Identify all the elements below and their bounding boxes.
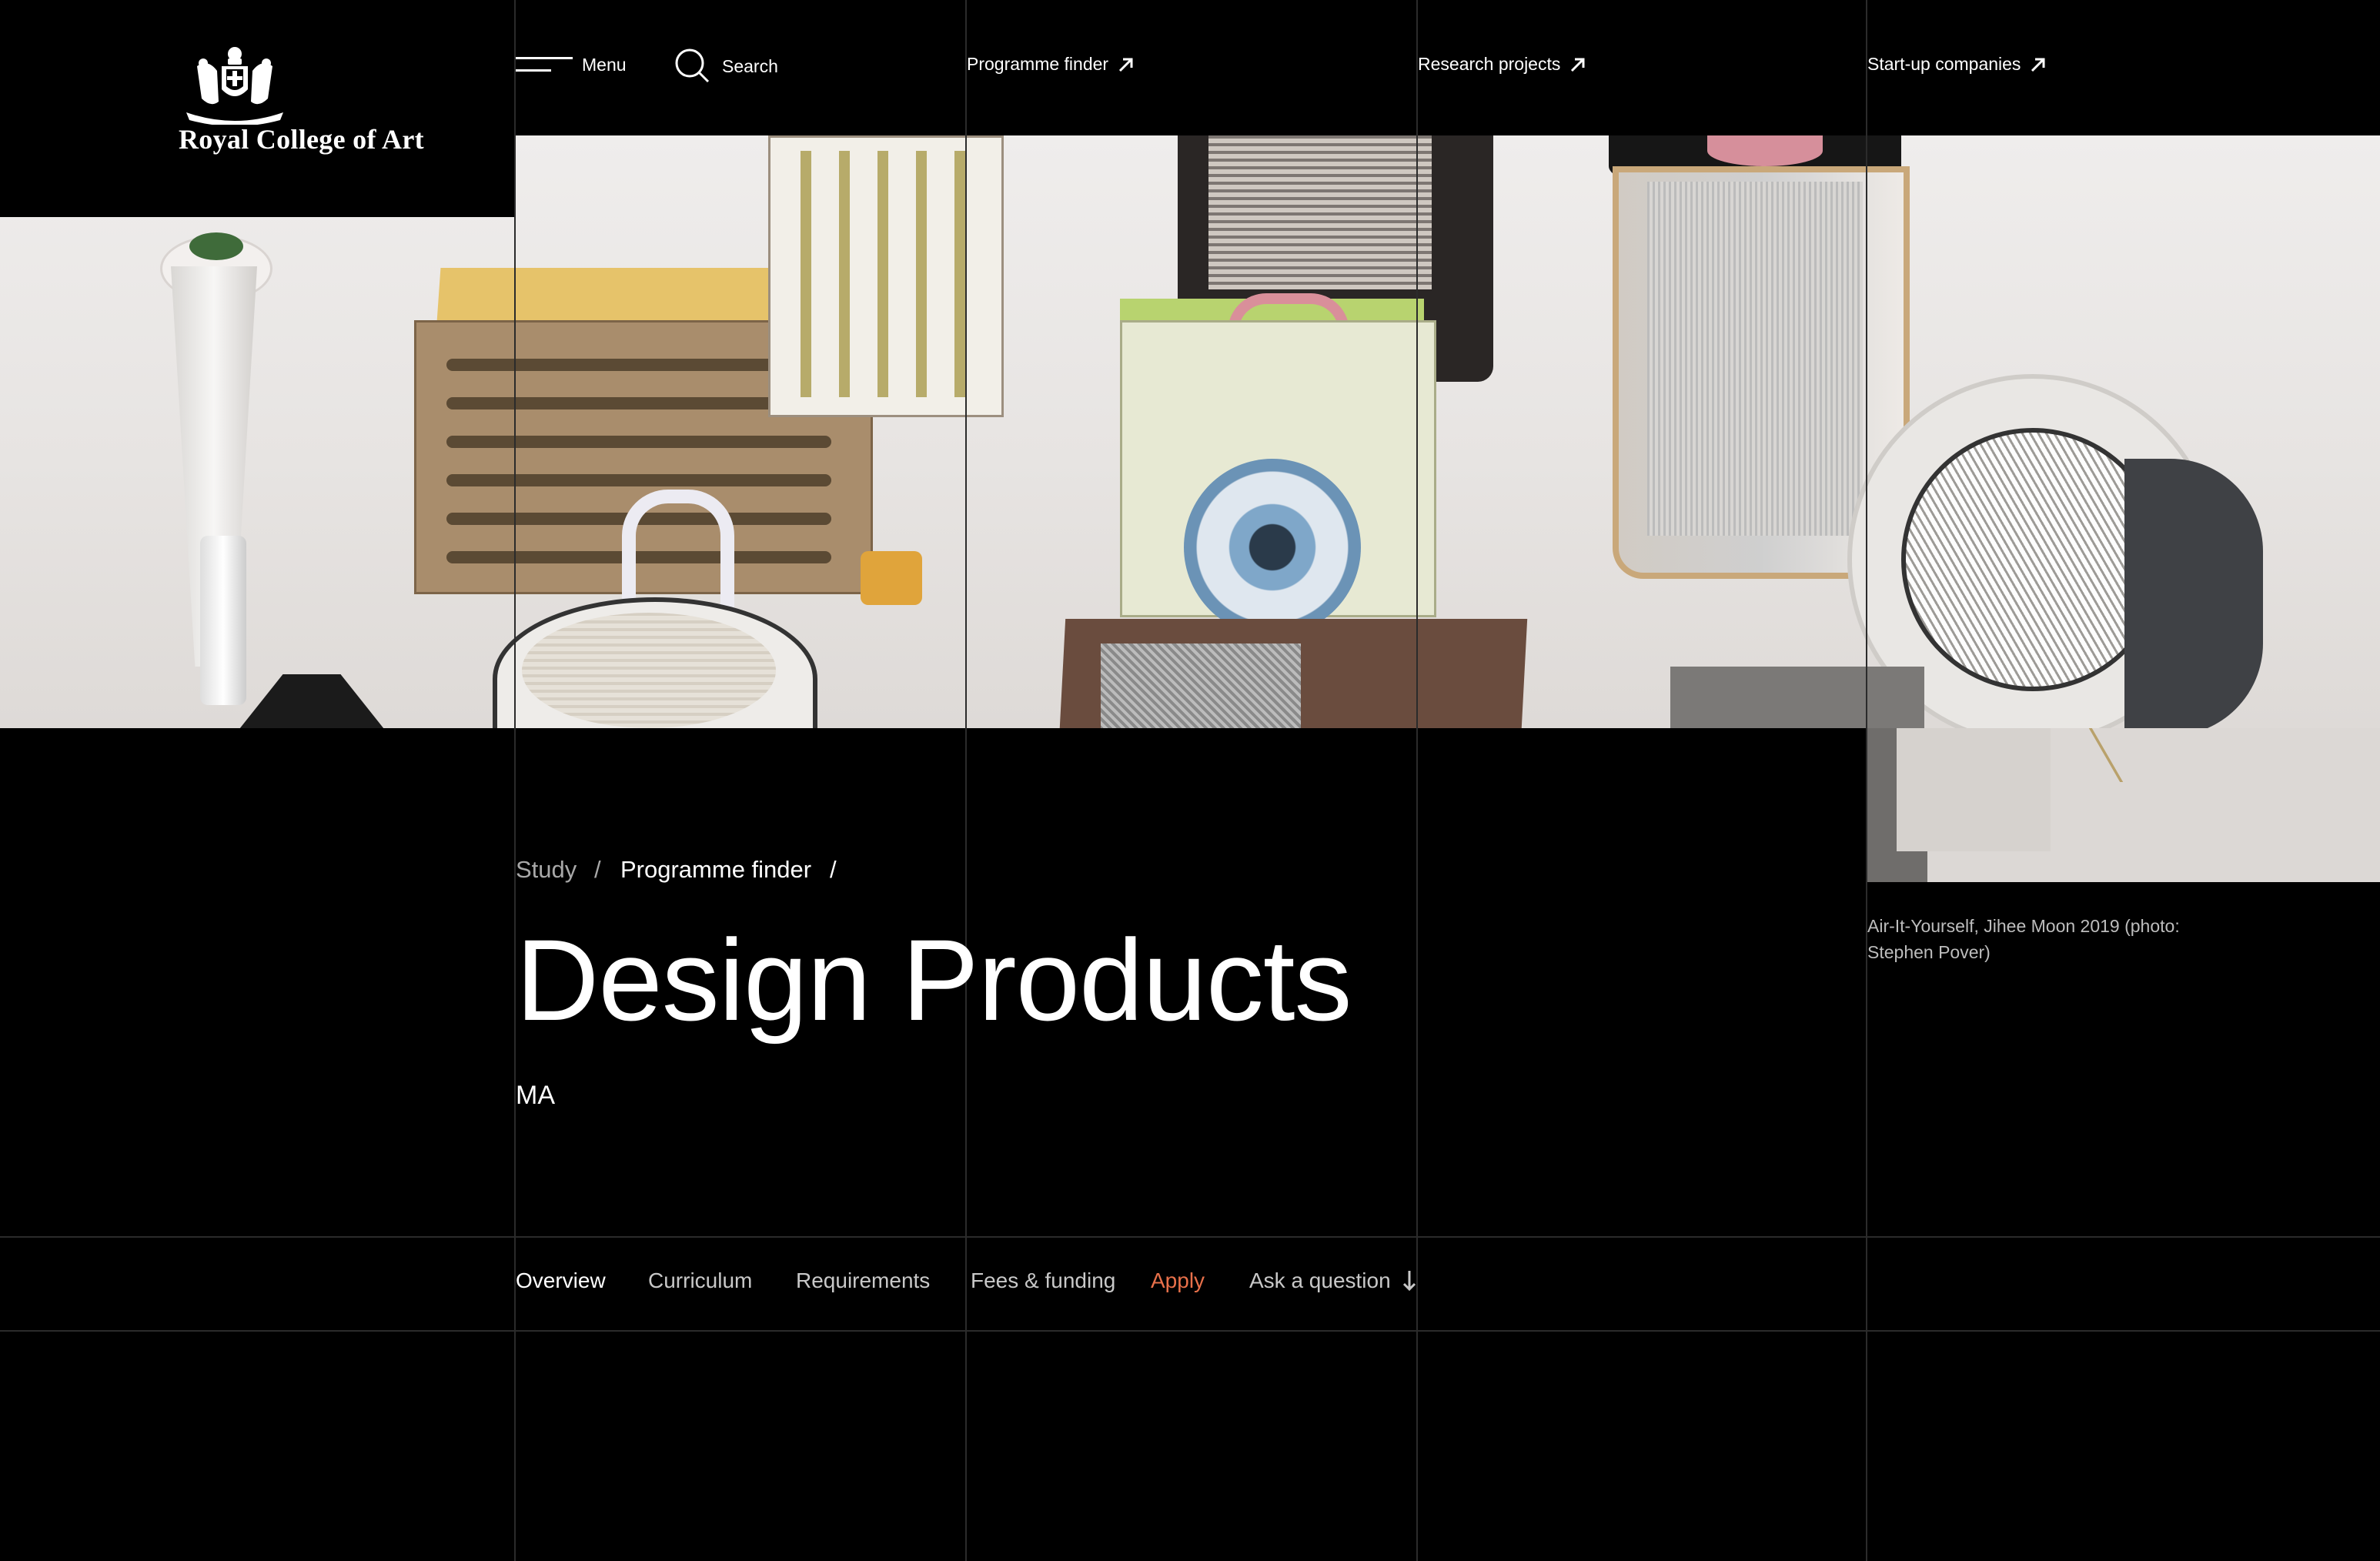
search-label: Search — [722, 55, 778, 76]
external-arrow-icon — [1119, 58, 1133, 72]
tab-ask-question-label: Ask a question — [1249, 1269, 1391, 1292]
logo[interactable]: Royal College of Art — [0, 0, 514, 217]
breadcrumb-separator: / — [594, 856, 601, 883]
breadcrumb-study[interactable]: Study — [516, 856, 577, 884]
nav-link-label: Programme finder — [967, 54, 1109, 74]
brand-name: Royal College of Art — [179, 124, 424, 155]
nav-link-label: Research projects — [1418, 54, 1561, 74]
breadcrumb-separator: / — [830, 856, 837, 883]
tab-curriculum[interactable]: Curriculum — [648, 1269, 752, 1293]
hamburger-icon — [516, 57, 573, 72]
tab-fees-funding[interactable]: Fees & funding — [971, 1269, 1115, 1293]
menu-button[interactable]: Menu — [516, 54, 627, 75]
degree-label: MA — [516, 1081, 555, 1110]
arrow-down-icon — [1402, 1271, 1416, 1292]
tab-requirements[interactable]: Requirements — [796, 1269, 930, 1293]
tab-overview[interactable]: Overview — [516, 1269, 606, 1293]
hero-image — [0, 135, 2380, 728]
external-arrow-icon — [2031, 58, 2045, 72]
breadcrumb-programme-finder[interactable]: Programme finder — [620, 856, 811, 884]
search-button[interactable]: Search — [673, 46, 778, 86]
search-icon — [675, 48, 710, 83]
page-title: Design Products — [516, 915, 1352, 1045]
hero-image-extension — [1866, 728, 2380, 882]
menu-label: Menu — [582, 54, 627, 75]
nav-link-programme-finder[interactable]: Programme finder — [967, 54, 1135, 75]
royal-crest-icon — [186, 47, 283, 125]
tab-ask-question[interactable]: Ask a question — [1249, 1269, 1417, 1293]
nav-link-research-projects[interactable]: Research projects — [1418, 54, 1586, 75]
external-arrow-icon — [1571, 58, 1585, 72]
tab-apply[interactable]: Apply — [1151, 1269, 1205, 1293]
nav-link-startup-companies[interactable]: Start-up companies — [1867, 54, 2047, 75]
image-caption: Air-It-Yourself, Jihee Moon 2019 (photo:… — [1867, 916, 2180, 962]
nav-link-label: Start-up companies — [1867, 54, 2021, 74]
